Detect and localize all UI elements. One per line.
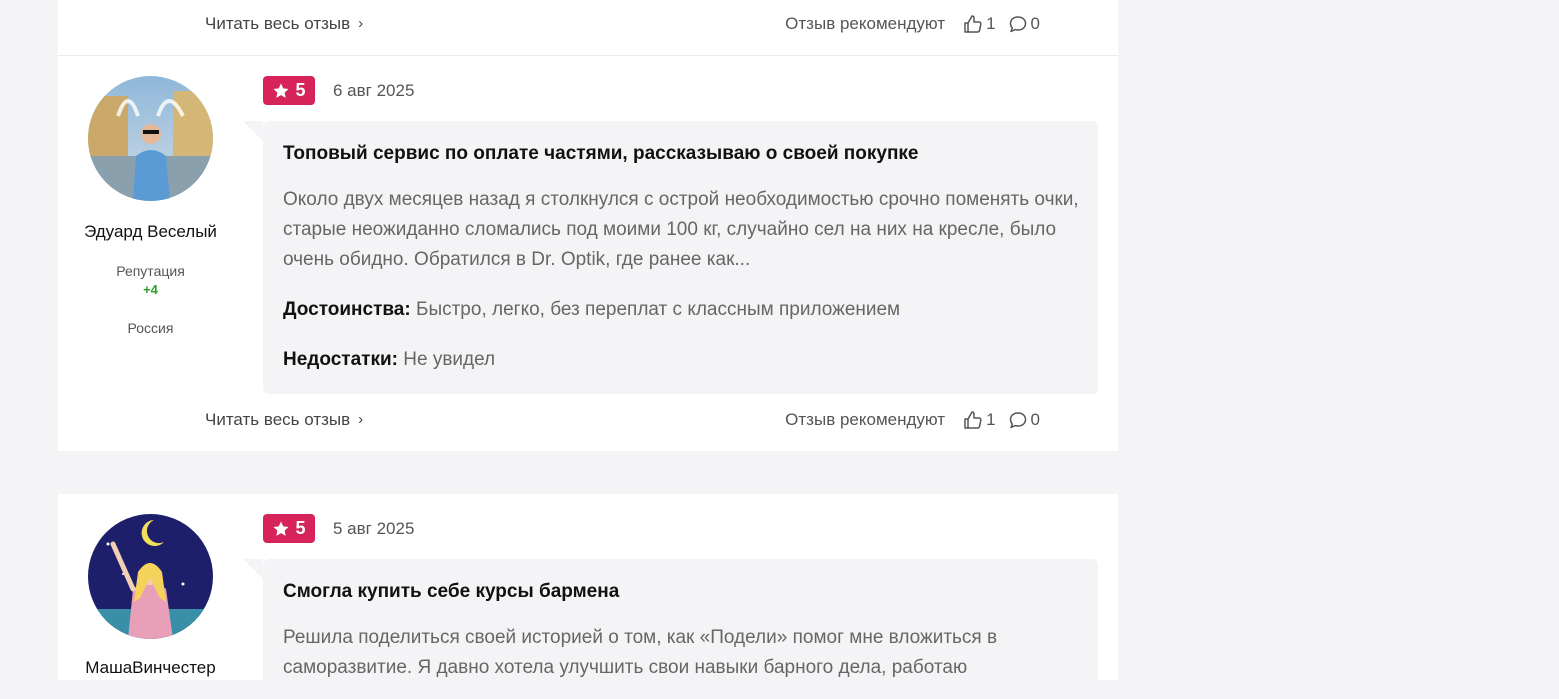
comment-count: 0	[1030, 410, 1040, 429]
rating-badge: 5	[263, 76, 315, 105]
like-button[interactable]: 1	[963, 14, 996, 34]
review-card: Эдуард Веселый Репутация +4 Россия 5 6 а…	[58, 56, 1118, 451]
read-full-review-link[interactable]: Читать весь отзыв ›	[205, 14, 363, 34]
cons-text: Не увидел	[403, 349, 496, 370]
avatar[interactable]	[88, 76, 213, 201]
review-text: Около двух месяцев назад я столкнулся с …	[283, 189, 1079, 270]
author-country: Россия	[127, 320, 174, 336]
like-count: 1	[986, 410, 996, 429]
review-date: 6 авг 2025	[333, 81, 415, 100]
like-button[interactable]: 1	[963, 410, 996, 430]
star-icon	[273, 521, 289, 536]
comment-icon	[1009, 412, 1026, 429]
read-full-review-label: Читать весь отзыв	[205, 410, 351, 429]
review-pros: Достоинства: Быстро, легко, без переплат…	[283, 299, 900, 321]
read-full-review-link[interactable]: Читать весь отзыв ›	[205, 410, 363, 430]
recommend-label: Отзыв рекомендуют	[785, 14, 946, 33]
rating-value: 5	[295, 80, 306, 100]
review-footer: Читать весь отзыв › Отзыв рекомендуют 1 …	[205, 408, 1040, 432]
review-text: Решила поделиться своей историей о том, …	[283, 627, 998, 678]
rating-badge: 5	[263, 514, 315, 543]
review-title[interactable]: Топовый сервис по оплате частями, расска…	[283, 143, 919, 165]
cons-label: Недостатки:	[283, 349, 398, 370]
avatar[interactable]	[88, 514, 213, 639]
comments-button[interactable]: 0	[1008, 14, 1040, 34]
review-title[interactable]: Смогла купить себе курсы бармена	[283, 581, 619, 603]
review-card: МашаВинчестер 5 5 авг 2025 Смогла купить…	[58, 494, 1118, 699]
pros-label: Достоинства:	[283, 299, 411, 320]
author-name[interactable]: МашаВинчестер	[58, 658, 243, 678]
review-cons: Недостатки: Не увидел	[283, 349, 495, 371]
recommend-label: Отзыв рекомендуют	[785, 410, 946, 429]
reputation-value: +4	[143, 282, 158, 297]
rating-value: 5	[295, 518, 306, 538]
pros-text: Быстро, легко, без переплат с классным п…	[415, 299, 901, 320]
thumbs-up-icon	[964, 411, 982, 429]
chevron-right-icon: ›	[358, 410, 364, 428]
review-bubble: Смогла купить себе курсы бармена Решила …	[243, 559, 1098, 699]
review-date: 5 авг 2025	[333, 519, 415, 538]
comments-button[interactable]: 0	[1008, 410, 1040, 430]
review-footer-previous: Читать весь отзыв › Отзыв рекомендуют 1 …	[205, 12, 1040, 36]
chevron-right-icon: ›	[358, 14, 364, 32]
review-bubble: Топовый сервис по оплате частями, расска…	[243, 121, 1098, 394]
author-name[interactable]: Эдуард Веселый	[58, 222, 243, 242]
read-full-review-label: Читать весь отзыв	[205, 14, 351, 33]
like-count: 1	[986, 14, 996, 33]
reputation-label: Репутация	[116, 263, 185, 279]
comment-count: 0	[1030, 14, 1040, 33]
star-icon	[273, 83, 289, 98]
comment-icon	[1009, 16, 1026, 33]
thumbs-up-icon	[964, 15, 982, 33]
